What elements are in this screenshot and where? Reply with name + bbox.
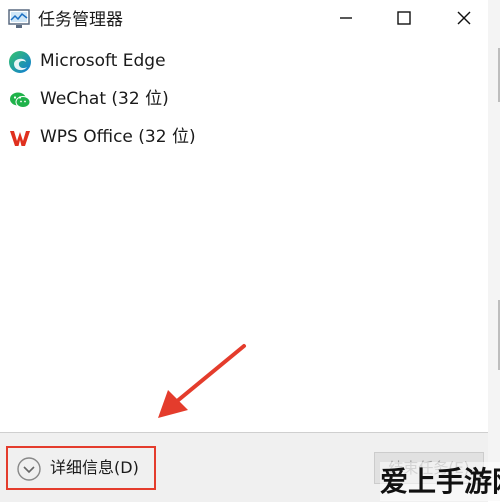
chevron-down-circle-icon	[16, 456, 42, 482]
minimize-button[interactable]	[318, 0, 374, 40]
task-manager-icon	[8, 9, 30, 29]
task-manager-window: 任务管理器 Microsoft Edge WeChat (32 位) WPS O…	[0, 0, 488, 502]
app-label: Microsoft Edge	[40, 51, 166, 71]
close-icon	[456, 10, 472, 30]
app-row-edge[interactable]: Microsoft Edge	[0, 42, 488, 80]
background-window-edge	[488, 0, 500, 501]
title-bar: 任务管理器	[0, 0, 488, 40]
close-button[interactable]	[436, 0, 492, 40]
wechat-icon	[8, 88, 32, 112]
window-title: 任务管理器	[38, 10, 123, 30]
maximize-icon	[396, 10, 412, 30]
edge-icon	[8, 50, 32, 74]
app-label: WeChat (32 位)	[40, 89, 169, 109]
watermark: 爱上手游网	[380, 462, 500, 501]
app-row-wechat[interactable]: WeChat (32 位)	[0, 80, 488, 118]
app-label: WPS Office (32 位)	[40, 127, 196, 147]
maximize-button[interactable]	[376, 0, 432, 40]
minimize-icon	[338, 10, 354, 30]
details-button[interactable]: 详细信息(D)	[6, 446, 156, 490]
wps-icon	[8, 126, 32, 150]
app-row-wps[interactable]: WPS Office (32 位)	[0, 118, 488, 156]
annotation-arrow	[150, 340, 250, 430]
details-label: 详细信息(D)	[50, 458, 139, 477]
